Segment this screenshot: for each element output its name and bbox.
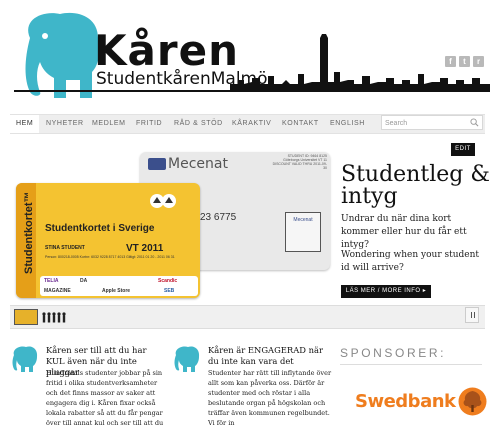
subtitle-studentkaren: Studentkåren xyxy=(96,69,211,89)
card-vertical-label: Studentkortet™ xyxy=(23,191,35,275)
column-heading: Kåren är ENGAGERAD när du inte kan vara … xyxy=(208,345,324,366)
twitter-icon[interactable]: t xyxy=(459,56,470,67)
nav-item-rad-stod[interactable]: RÅD & STÖD xyxy=(174,115,223,133)
sponsors-heading: SPONSORER: xyxy=(340,346,447,360)
search-placeholder: Search xyxy=(385,120,408,127)
slide-thumbnail-2[interactable] xyxy=(41,310,67,324)
slide-text-sv: Undrar du när dina kort kommer eller hur… xyxy=(341,214,467,250)
pause-button[interactable] xyxy=(465,307,479,323)
nav-item-medlem[interactable]: MEDLEM xyxy=(92,115,126,133)
mecenat-number: 23 6775 xyxy=(200,212,237,223)
partner-magazine: MAGAZINE xyxy=(44,288,71,294)
partner-da: DA xyxy=(80,278,88,284)
card-name: STINA STUDENT xyxy=(45,245,85,251)
elephant-icon xyxy=(174,346,200,372)
nav-item-kontakt[interactable]: KONTAKT xyxy=(282,115,319,133)
header-baseline xyxy=(14,90,490,92)
partner-scandic: Scandic xyxy=(158,278,178,284)
site-header: Kåren StudentkårenMalmö f t r xyxy=(0,0,490,108)
slider-thumbnails xyxy=(10,305,485,329)
studentkortet-card-image: Studentkortet™ Studentkortet i Sverige S… xyxy=(16,183,200,298)
site-title[interactable]: Kåren xyxy=(94,30,239,72)
slide-title: Studentleg & intyg xyxy=(341,162,490,209)
mecenat-badge: Mecenat xyxy=(285,212,321,252)
mecenat-small-text: STUDENT ID: 9464 8125 Göteborgs Universi… xyxy=(272,154,327,170)
card-title: Studentkortet i Sverige xyxy=(45,223,155,234)
edit-button[interactable]: EDIT xyxy=(451,143,475,156)
pause-bar-right-icon xyxy=(474,312,475,318)
mecenat-logo-icon xyxy=(148,158,166,170)
sponsors-divider xyxy=(340,364,482,365)
card-details: Person: 800218-0005 Kortnr: 6032 9228 87… xyxy=(45,255,175,259)
search-input[interactable]: Search xyxy=(381,115,483,130)
swedbank-oak-logo-icon[interactable] xyxy=(458,387,487,416)
nav-item-english[interactable]: ENGLISH xyxy=(330,115,365,133)
nav-item-hem[interactable]: HEM xyxy=(10,115,40,133)
nav-item-karaktiv[interactable]: KÅRAKTIV xyxy=(232,115,271,133)
search-icon[interactable] xyxy=(470,118,479,127)
card-term: VT 2011 xyxy=(126,243,164,254)
column-body: Hundratals studenter jobbar på sin friti… xyxy=(46,369,164,427)
swedbank-logo-text[interactable]: Swedbank xyxy=(355,391,456,412)
mecenat-badge-label: Mecenat xyxy=(293,217,313,223)
elephant-icon xyxy=(12,346,38,372)
pause-bar-left-icon xyxy=(471,312,472,318)
partner-seb: SEB xyxy=(164,288,175,294)
partner-apple-store: Apple Store xyxy=(102,288,131,294)
slide-text-en: Wondering when your student id will arri… xyxy=(341,250,480,273)
social-links: f t r xyxy=(445,56,484,67)
column-body: Studenter har rätt till inflytande över … xyxy=(208,369,332,427)
card-partner-logos: TELIA DA Scandic MAGAZINE Apple Store SE… xyxy=(40,276,198,296)
facebook-icon[interactable]: f xyxy=(445,56,456,67)
rss-icon[interactable]: r xyxy=(473,56,484,67)
nav-item-nyheter[interactable]: NYHETER xyxy=(46,115,84,133)
slide-thumbnail-1[interactable] xyxy=(14,309,38,325)
read-more-button[interactable]: LÄS MER / MORE INFO ▸ xyxy=(341,285,431,298)
nav-item-fritid[interactable]: FRITID xyxy=(136,115,162,133)
partner-telia: TELIA xyxy=(44,278,59,284)
mecenat-brand: Mecenat xyxy=(168,156,228,172)
crown-emblem-icon xyxy=(150,194,176,208)
